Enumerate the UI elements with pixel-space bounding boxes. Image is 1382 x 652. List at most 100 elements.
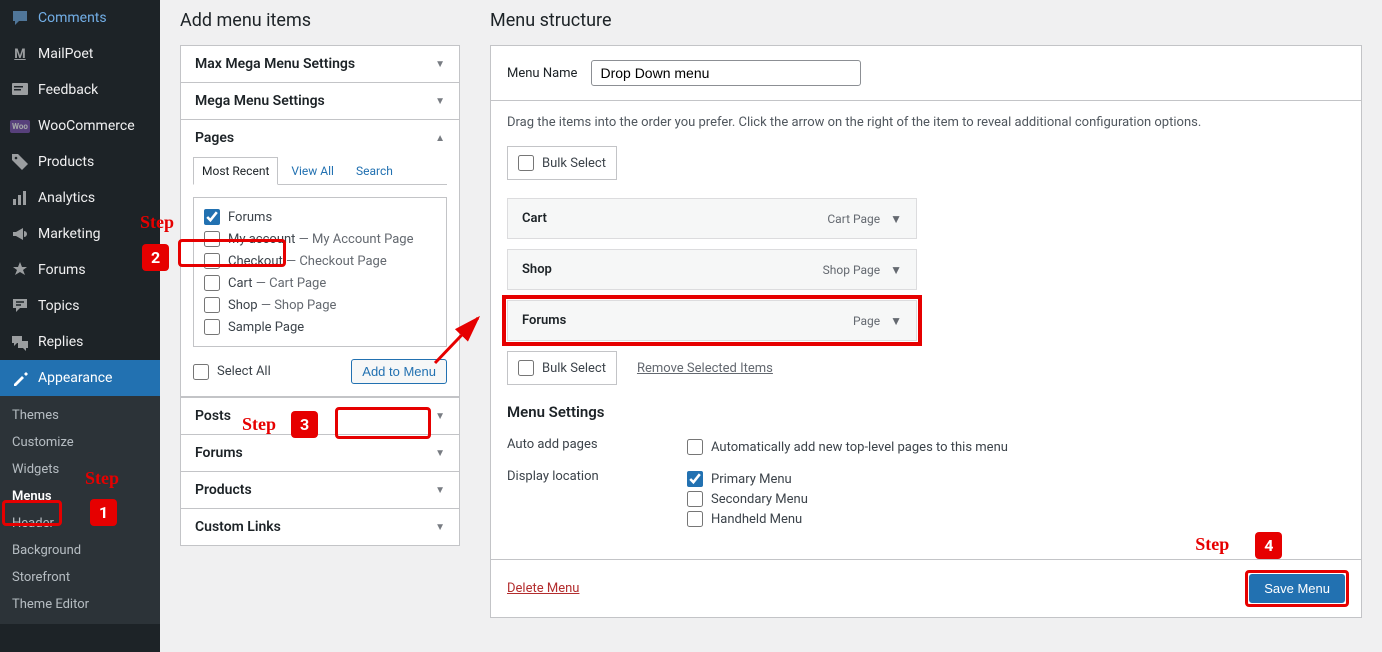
panel-posts[interactable]: Posts▼ [180,397,460,435]
panel-max-mega-menu[interactable]: Max Mega Menu Settings ▼ [180,45,460,83]
topics-icon [10,296,30,316]
chevron-up-icon: ▲ [435,133,445,144]
add-to-menu-button[interactable]: Add to Menu [351,359,447,384]
page-item-cart[interactable]: Cart — Cart Page [204,272,436,294]
delete-menu-link[interactable]: Delete Menu [507,581,579,596]
auto-add-checkbox[interactable]: Automatically add new top-level pages to… [687,437,1345,457]
location-secondary-menu[interactable]: Secondary Menu [687,489,1345,509]
panel-title: Forums [195,445,243,461]
menu-settings-heading: Menu Settings [507,403,1345,421]
sidebar-sub-background[interactable]: Background [0,537,160,564]
location-handheld-menu[interactable]: Handheld Menu [687,509,1345,529]
chevron-down-icon: ▼ [435,96,445,107]
marketing-icon [10,224,30,244]
sidebar-item-replies[interactable]: Replies [0,324,160,360]
sidebar-item-woocommerce[interactable]: Woo WooCommerce [0,108,160,144]
sidebar-item-label: Products [38,154,94,170]
panel-pages: Pages▲ Most Recent View All Search Forum… [180,120,460,397]
sidebar-item-label: MailPoet [38,46,93,62]
sidebar-item-comments[interactable]: Comments [0,0,160,36]
panel-products[interactable]: Products▼ [180,472,460,509]
tab-most-recent[interactable]: Most Recent [193,157,278,185]
save-menu-button[interactable]: Save Menu [1249,574,1345,603]
sidebar-item-label: Comments [38,10,107,26]
appearance-icon [10,368,30,388]
comment-icon [10,8,30,28]
sidebar-sub-menus[interactable]: Menus [0,483,160,510]
feedback-icon [10,80,30,100]
display-location-label: Display location [507,469,687,529]
panel-title: Posts [195,408,231,424]
chevron-down-icon: ▼ [435,522,445,533]
menu-item-shop[interactable]: ShopShop Page▼ [507,249,917,290]
sidebar-item-label: Forums [38,262,86,278]
page-item-my-account[interactable]: My account — My Account Page [204,228,436,250]
mailpoet-icon: M [10,44,30,64]
chevron-down-icon[interactable]: ▼ [890,212,902,226]
sidebar-item-label: Topics [38,298,79,314]
sidebar-item-label: Replies [38,334,83,350]
sidebar-item-analytics[interactable]: Analytics [0,180,160,216]
sidebar-sub-theme-editor[interactable]: Theme Editor [0,591,160,618]
sidebar-item-label: Feedback [38,82,98,98]
remove-selected-link[interactable]: Remove Selected Items [637,361,773,376]
sidebar-item-label: Appearance [38,370,112,386]
sidebar-item-topics[interactable]: Topics [0,288,160,324]
chevron-down-icon[interactable]: ▼ [890,263,902,277]
panel-title: Products [195,482,252,498]
page-item-forums[interactable]: Forums [204,206,436,228]
panel-title: Mega Menu Settings [195,93,325,109]
menu-item-type: Cart Page [827,212,880,226]
page-item-shop[interactable]: Shop — Shop Page [204,294,436,316]
add-menu-items-heading: Add menu items [180,10,460,31]
sidebar-sub-widgets[interactable]: Widgets [0,456,160,483]
panel-title: Custom Links [195,519,281,535]
location-primary-menu[interactable]: Primary Menu [687,469,1345,489]
panel-pages-toggle[interactable]: Pages▲ [181,120,459,156]
sidebar-item-label: Marketing [38,226,101,242]
bulk-select-bottom[interactable]: Bulk Select [507,351,617,385]
menu-name-input[interactable] [591,60,861,86]
instructions-text: Drag the items into the order you prefer… [507,115,1345,130]
sidebar-sub-header[interactable]: Header [0,510,160,537]
sidebar-item-appearance[interactable]: Appearance [0,360,160,396]
products-icon [10,152,30,172]
sidebar-item-marketing[interactable]: Marketing [0,216,160,252]
sidebar-item-feedback[interactable]: Feedback [0,72,160,108]
sidebar-item-mailpoet[interactable]: M MailPoet [0,36,160,72]
chevron-down-icon[interactable]: ▼ [890,314,902,328]
menu-item-label: Shop [522,262,552,277]
menu-name-label: Menu Name [507,66,577,81]
tab-view-all[interactable]: View All [282,157,343,185]
menu-item-cart[interactable]: Cart Cart Page ▼ [507,198,917,239]
sidebar-sub-customize[interactable]: Customize [0,429,160,456]
page-item-checkout[interactable]: Checkout — Checkout Page [204,250,436,272]
panel-mega-menu[interactable]: Mega Menu Settings ▼ [180,83,460,120]
main-content: Add menu items Max Mega Menu Settings ▼ M… [160,0,1382,652]
admin-sidebar: Comments M MailPoet Feedback Woo WooCommerce P… [0,0,160,652]
replies-icon [10,332,30,352]
sidebar-item-label: WooCommerce [38,118,135,134]
menu-item-type: Page [853,314,880,328]
menu-item-label: Cart [522,211,547,226]
auto-add-label: Auto add pages [507,437,687,457]
woo-icon: Woo [10,116,30,136]
page-item-sample-page[interactable]: Sample Page [204,316,436,338]
tab-search[interactable]: Search [347,157,402,185]
panel-forums[interactable]: Forums ▼ [180,435,460,472]
add-menu-items-col: Add menu items Max Mega Menu Settings ▼ M… [180,10,460,622]
bulk-select-top[interactable]: Bulk Select [507,146,617,180]
chevron-down-icon: ▼ [435,59,445,70]
sidebar-sub-themes[interactable]: Themes [0,402,160,429]
select-all[interactable]: Select All [193,361,271,383]
menu-structure-heading: Menu structure [490,10,1362,31]
sidebar-item-products[interactable]: Products [0,144,160,180]
menu-item-forums[interactable]: Forums Page ▼ [507,300,917,341]
panel-title: Max Mega Menu Settings [195,56,355,72]
sidebar-item-forums[interactable]: Forums [0,252,160,288]
sidebar-sub-storefront[interactable]: Storefront [0,564,160,591]
menu-item-label: Forums [522,313,566,328]
chevron-down-icon: ▼ [435,448,445,459]
analytics-icon [10,188,30,208]
panel-custom-links[interactable]: Custom Links ▼ [180,509,460,546]
